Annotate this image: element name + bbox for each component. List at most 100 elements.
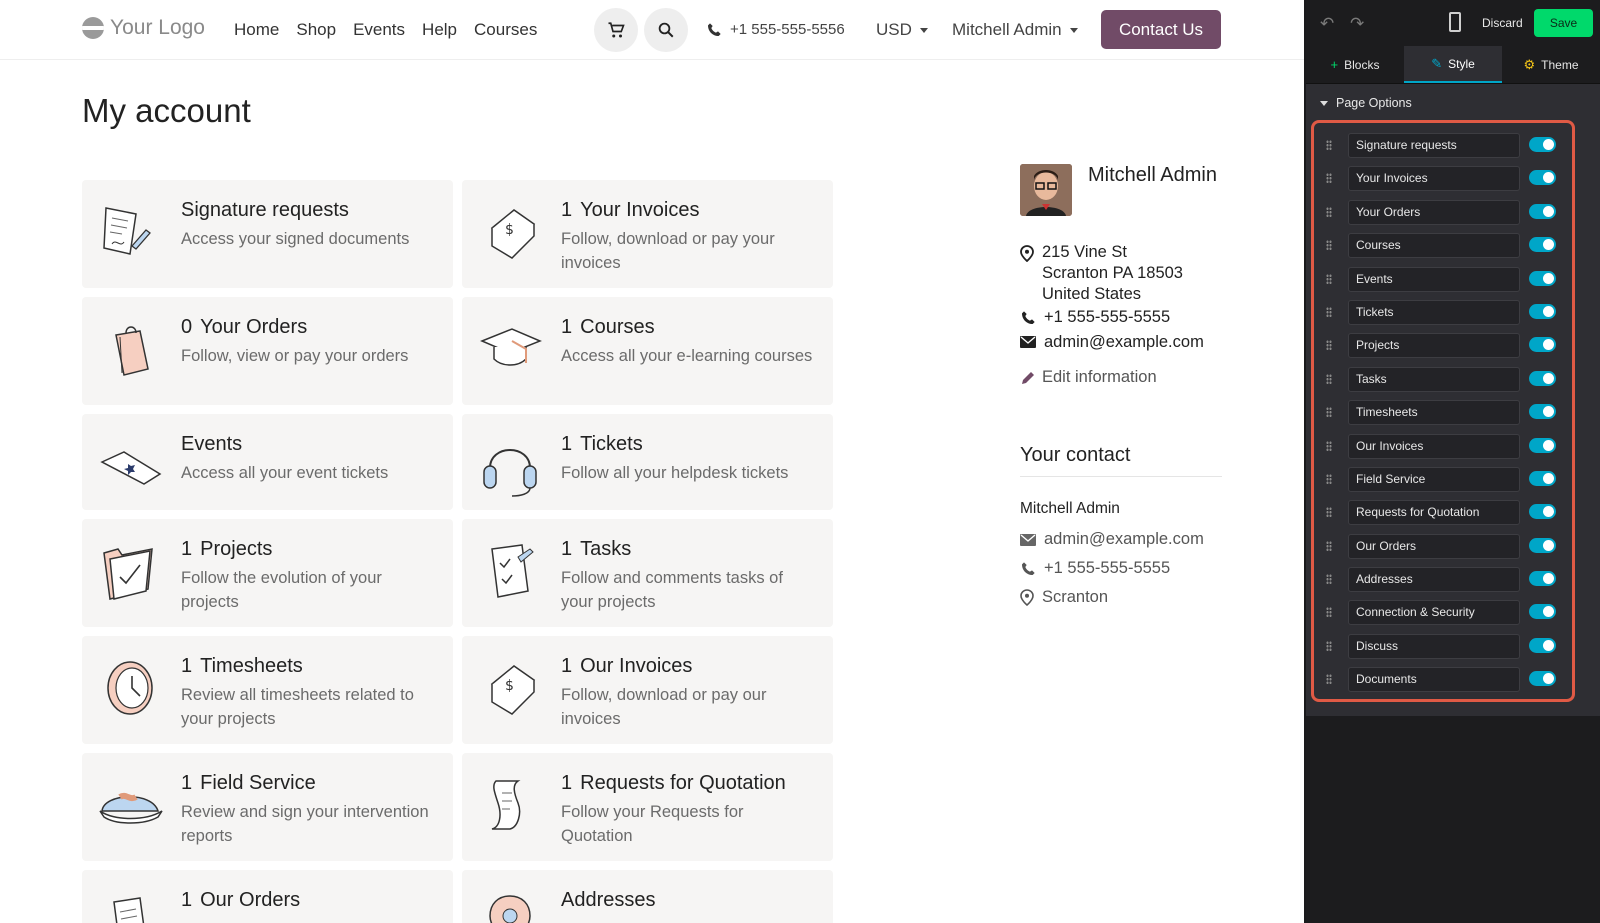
tab-theme[interactable]: ⚙ Theme [1502,46,1600,83]
currency-dropdown[interactable]: USD [876,20,928,40]
card-our-invoices[interactable]: $ 1 Our Invoices Follow, download or pay … [462,636,833,744]
redo-icon[interactable]: ↷ [1350,14,1364,34]
card-field-service[interactable]: 1 Field Service Review and sign your inte… [82,753,453,861]
card-tasks[interactable]: 1 Tasks Follow and comments tasks of your… [462,519,833,627]
page-options-header[interactable]: Page Options [1320,96,1412,110]
drag-handle-icon[interactable] [1326,240,1332,251]
page-option-toggle[interactable] [1529,571,1556,587]
page-option-toggle[interactable] [1529,404,1556,420]
menu-item-home[interactable]: Home [234,20,279,40]
menu-item-courses[interactable]: Courses [474,20,537,40]
card-addresses[interactable]: Addresses [462,870,833,923]
page-option-toggle[interactable] [1529,137,1556,152]
menu-item-help[interactable]: Help [422,20,457,40]
page-option-label[interactable]: Our Orders [1348,533,1520,559]
card-timesheets[interactable]: 1 Timesheets Review all timesheets relate… [82,636,453,744]
envelope-icon [1020,534,1036,546]
page-option-toggle[interactable] [1529,671,1556,687]
page-option-toggle[interactable] [1529,170,1556,186]
card-your-orders[interactable]: 0 Your Orders Follow, view or pay your or… [82,297,453,405]
edit-information-link[interactable]: Edit information [1020,368,1157,387]
discard-button[interactable]: Discard [1482,16,1523,30]
page-option-row: Our Orders [1314,531,1572,564]
page-option-label[interactable]: Events [1348,266,1520,292]
tab-blocks[interactable]: + Blocks [1306,46,1404,83]
drag-handle-icon[interactable] [1326,440,1332,451]
undo-icon[interactable]: ↶ [1320,14,1334,34]
page-option-label[interactable]: Addresses [1348,567,1520,593]
phone-icon [1022,562,1035,575]
drag-handle-icon[interactable] [1326,373,1332,384]
card-events[interactable]: Events Access all your event tickets [82,414,453,510]
card-requests-for-quotation[interactable]: 1 Requests for Quotation Follow your Requ… [462,753,833,861]
page-option-toggle[interactable] [1529,203,1556,219]
page-option-toggle[interactable] [1529,504,1556,520]
card-tickets[interactable]: 1 Tickets Follow all your helpdesk ticket… [462,414,833,510]
drag-handle-icon[interactable] [1326,640,1332,651]
menu-item-events[interactable]: Events [353,20,405,40]
cart-button[interactable] [594,8,638,52]
page-option-label[interactable]: Connection & Security [1348,600,1520,626]
profile-name: Mitchell Admin [1088,164,1217,186]
page-option-toggle[interactable] [1529,337,1556,353]
mobile-preview-icon[interactable] [1449,12,1461,32]
drag-handle-icon[interactable] [1326,273,1332,284]
page-option-label[interactable]: Timesheets [1348,400,1520,426]
contact-us-button[interactable]: Contact Us [1101,10,1221,49]
page-option-toggle[interactable] [1529,237,1556,253]
page-option-toggle[interactable] [1529,303,1556,319]
drag-handle-icon[interactable] [1326,340,1332,351]
card-description: Follow your Requests for Quotation [561,803,744,845]
drag-handle-icon[interactable] [1326,173,1332,184]
drag-handle-icon[interactable] [1326,507,1332,518]
drag-handle-icon[interactable] [1326,607,1332,618]
drag-handle-icon[interactable] [1326,674,1332,685]
page-option-label[interactable]: Field Service [1348,466,1520,492]
page-option-label[interactable]: Tickets [1348,299,1520,325]
drag-handle-icon[interactable] [1326,206,1332,217]
save-button[interactable]: Save [1534,9,1593,37]
page-option-label[interactable]: Our Invoices [1348,433,1520,459]
page-option-toggle[interactable] [1529,370,1556,386]
drag-handle-icon[interactable] [1326,306,1332,317]
card-our-orders[interactable]: 1 Our Orders [82,870,453,923]
page-option-label[interactable]: Signature requests [1348,133,1520,158]
page-option-toggle[interactable] [1529,637,1556,653]
contact-city: Scranton [1042,588,1109,606]
site-logo[interactable]: Your Logo [82,16,205,40]
page-option-toggle[interactable] [1529,270,1556,286]
card-your-invoices[interactable]: $ 1 Your Invoices Follow, download or pay… [462,180,833,288]
drag-handle-icon[interactable] [1326,140,1332,150]
card-description: Follow, download or pay our invoices [561,686,767,728]
user-dropdown[interactable]: Mitchell Admin [952,20,1078,40]
contact-email[interactable]: admin@example.com [1044,525,1204,554]
page-option-label[interactable]: Projects [1348,333,1520,359]
search-icon [658,22,674,38]
page-option-toggle[interactable] [1529,470,1556,486]
page-option-toggle[interactable] [1529,437,1556,453]
page-option-label[interactable]: Requests for Quotation [1348,500,1520,526]
page-option-label[interactable]: Your Orders [1348,199,1520,225]
tab-style[interactable]: ✎ Style [1404,46,1502,83]
menu-item-shop[interactable]: Shop [296,20,336,40]
card-description: Follow the evolution of your projects [181,569,382,611]
drag-handle-icon[interactable] [1326,540,1332,551]
page-option-toggle[interactable] [1529,604,1556,620]
drag-handle-icon[interactable] [1326,407,1332,418]
currency-label: USD [876,20,912,39]
page-option-label[interactable]: Courses [1348,233,1520,259]
page-option-label[interactable]: Discuss [1348,633,1520,659]
card-projects[interactable]: 1 Projects Follow the evolution of your p… [82,519,453,627]
search-button[interactable] [644,8,688,52]
page-option-label[interactable]: Your Invoices [1348,166,1520,192]
page-option-label[interactable]: Documents [1348,667,1520,693]
header-phone[interactable]: +1 555-555-5556 [706,21,845,38]
page-option-label[interactable]: Tasks [1348,366,1520,392]
card-courses[interactable]: 1 Courses Access all your e-learning cour… [462,297,833,405]
contact-phone[interactable]: +1 555-555-5555 [1044,554,1170,583]
drag-handle-icon[interactable] [1326,473,1332,484]
page-option-toggle[interactable] [1529,537,1556,553]
drag-handle-icon[interactable] [1326,574,1332,585]
page-option-row: Events [1314,264,1572,297]
card-signature-requests[interactable]: Signature requests Access your signed do… [82,180,453,288]
